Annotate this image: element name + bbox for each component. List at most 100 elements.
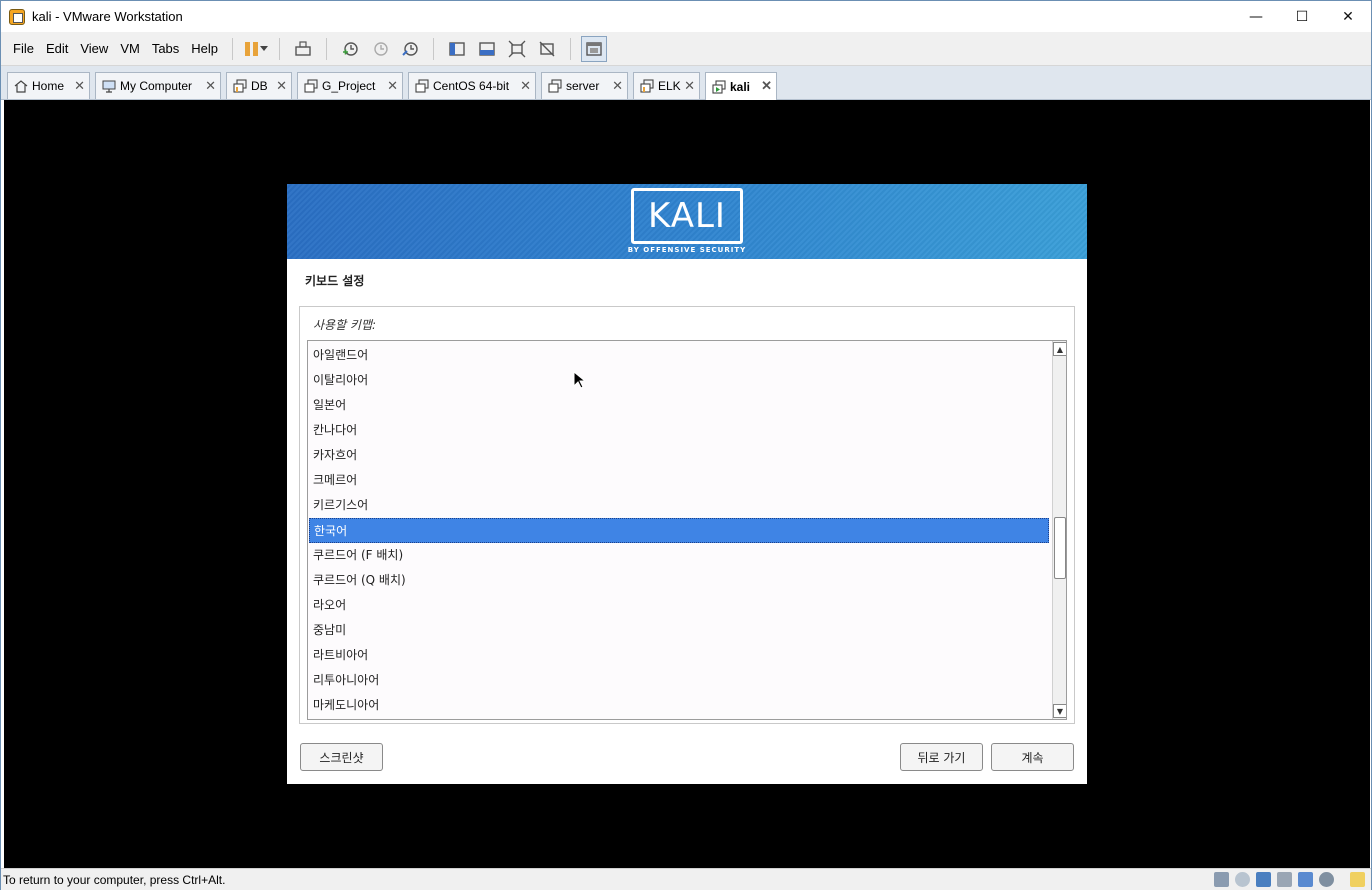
status-text: To return to your computer, press Ctrl+A… xyxy=(3,873,226,887)
scroll-up-icon[interactable]: ▲ xyxy=(1053,342,1066,356)
usb-controller-icon[interactable] xyxy=(1277,872,1292,887)
close-button[interactable]: ✕ xyxy=(1325,1,1371,32)
tab-label: DB xyxy=(251,79,268,93)
scrollbar-thumb[interactable] xyxy=(1054,517,1066,579)
message-log-icon[interactable] xyxy=(1350,872,1365,887)
home-icon xyxy=(14,80,28,93)
menu-help[interactable]: Help xyxy=(185,41,224,56)
thumbnail-bar-icon xyxy=(479,41,495,56)
title-bar: kali - VMware Workstation — ☐ ✕ xyxy=(1,1,1371,32)
tab-label: CentOS 64-bit xyxy=(433,79,510,93)
tab-elk[interactable]: ELK ✕ xyxy=(633,72,700,99)
full-screen-icon xyxy=(508,40,526,57)
snapshot-manager-icon xyxy=(402,41,418,56)
list-item[interactable]: 쿠르드어 (F 배치) xyxy=(309,543,1049,568)
list-item[interactable]: 아일랜드어 xyxy=(309,343,1049,368)
cd-dvd-icon[interactable] xyxy=(1235,872,1250,887)
close-tab-icon[interactable]: ✕ xyxy=(761,78,772,94)
status-bar: To return to your computer, press Ctrl+A… xyxy=(1,868,1371,890)
send-ctrl-alt-del-button[interactable] xyxy=(290,36,316,62)
close-tab-icon[interactable]: ✕ xyxy=(276,78,287,94)
full-screen-button[interactable] xyxy=(504,36,530,62)
list-item[interactable]: 라트비아어 xyxy=(309,643,1049,668)
display-icon[interactable] xyxy=(1319,872,1334,887)
list-item[interactable]: 키르기스어 xyxy=(309,493,1049,518)
list-item[interactable]: 카자흐어 xyxy=(309,443,1049,468)
close-tab-icon[interactable]: ✕ xyxy=(684,78,695,94)
list-item[interactable]: 라오어 xyxy=(309,593,1049,618)
sound-card-icon[interactable] xyxy=(1298,872,1313,887)
continue-button[interactable]: 계속 xyxy=(991,743,1074,771)
list-item[interactable]: 마케도니아어 xyxy=(309,693,1049,718)
vm-icon xyxy=(640,79,654,93)
vm-icon xyxy=(548,79,562,93)
menu-edit[interactable]: Edit xyxy=(40,41,74,56)
tab-centos[interactable]: CentOS 64-bit ✕ xyxy=(408,72,536,99)
console-view-icon xyxy=(586,41,602,56)
window-title: kali - VMware Workstation xyxy=(32,9,183,24)
keymap-list[interactable]: 아일랜드어 이탈리아어 일본어 칸나다어 카자흐어 크메르어 키르기스어 한국어… xyxy=(307,340,1067,720)
hard-disk-icon[interactable] xyxy=(1214,872,1229,887)
keymap-label: 사용할 키맵: xyxy=(313,318,377,332)
close-tab-icon[interactable]: ✕ xyxy=(205,78,216,94)
network-adapter-icon[interactable] xyxy=(1256,872,1271,887)
vmware-app-icon xyxy=(9,8,25,25)
kali-logo: KALI xyxy=(631,188,743,244)
tab-my-computer[interactable]: My Computer ✕ xyxy=(95,72,221,99)
console-view-button[interactable] xyxy=(581,35,608,62)
show-library-button[interactable] xyxy=(444,36,470,62)
tab-db[interactable]: DB ✕ xyxy=(226,72,292,99)
device-status-icons xyxy=(1214,872,1365,887)
chevron-down-icon xyxy=(259,46,268,51)
tab-home[interactable]: Home ✕ xyxy=(7,72,90,99)
take-snapshot-button[interactable] xyxy=(337,36,363,62)
close-tab-icon[interactable]: ✕ xyxy=(520,78,531,94)
list-item[interactable]: 칸나다어 xyxy=(309,418,1049,443)
toolbar-separator xyxy=(433,37,435,60)
list-item[interactable]: 쿠르드어 (Q 배치) xyxy=(309,568,1049,593)
list-item[interactable]: 리투아니아어 xyxy=(309,668,1049,693)
pause-button[interactable] xyxy=(243,36,269,62)
thumbnail-bar-button[interactable] xyxy=(474,36,500,62)
scroll-down-icon[interactable]: ▼ xyxy=(1053,704,1066,718)
computer-icon xyxy=(102,80,116,93)
toolbar-separator xyxy=(279,37,281,60)
list-item-selected[interactable]: 한국어 xyxy=(309,518,1049,543)
pause-icon xyxy=(244,41,258,56)
toolbar-separator xyxy=(570,37,572,60)
page-title: 키보드 설정 xyxy=(305,274,365,288)
vm-icon xyxy=(415,79,429,93)
vmware-window: kali - VMware Workstation — ☐ ✕ File Edi… xyxy=(0,0,1372,890)
tab-kali[interactable]: kali ✕ xyxy=(705,72,777,100)
revert-snapshot-button[interactable] xyxy=(367,36,393,62)
vm-running-icon xyxy=(712,79,726,94)
list-item[interactable]: 중남미 xyxy=(309,618,1049,643)
close-tab-icon[interactable]: ✕ xyxy=(387,78,398,94)
vm-console[interactable]: KALI BY OFFENSIVE SECURITY 키보드 설정 사용할 키맵… xyxy=(4,100,1370,868)
kali-banner: KALI BY OFFENSIVE SECURITY xyxy=(287,184,1087,259)
screenshot-button[interactable]: 스크린샷 xyxy=(300,743,383,771)
list-item[interactable]: 이탈리아어 xyxy=(309,368,1049,393)
tab-label: G_Project xyxy=(322,79,376,93)
tab-server[interactable]: server ✕ xyxy=(541,72,628,99)
menu-vm[interactable]: VM xyxy=(114,41,146,56)
maximize-button[interactable]: ☐ xyxy=(1279,1,1325,32)
close-tab-icon[interactable]: ✕ xyxy=(74,78,85,94)
revert-snapshot-icon xyxy=(374,41,388,56)
menu-tabs[interactable]: Tabs xyxy=(146,41,185,56)
toolbar-separator xyxy=(326,37,328,60)
vm-tab-bar: Home ✕ My Computer ✕ DB ✕ G_Project ✕ Ce… xyxy=(1,66,1371,100)
back-button[interactable]: 뒤로 가기 xyxy=(900,743,983,771)
list-item[interactable]: 일본어 xyxy=(309,393,1049,418)
tab-g-project[interactable]: G_Project ✕ xyxy=(297,72,403,99)
close-tab-icon[interactable]: ✕ xyxy=(612,78,623,94)
tab-label: kali xyxy=(730,79,751,94)
menu-view[interactable]: View xyxy=(74,41,114,56)
tab-label: Home xyxy=(32,79,65,93)
list-item[interactable]: 크메르어 xyxy=(309,468,1049,493)
unity-button[interactable] xyxy=(534,36,560,62)
snapshot-manager-button[interactable] xyxy=(397,36,423,62)
menu-file[interactable]: File xyxy=(7,41,40,56)
list-scrollbar[interactable]: ▲ ▼ xyxy=(1052,341,1066,719)
minimize-button[interactable]: — xyxy=(1233,1,1279,32)
